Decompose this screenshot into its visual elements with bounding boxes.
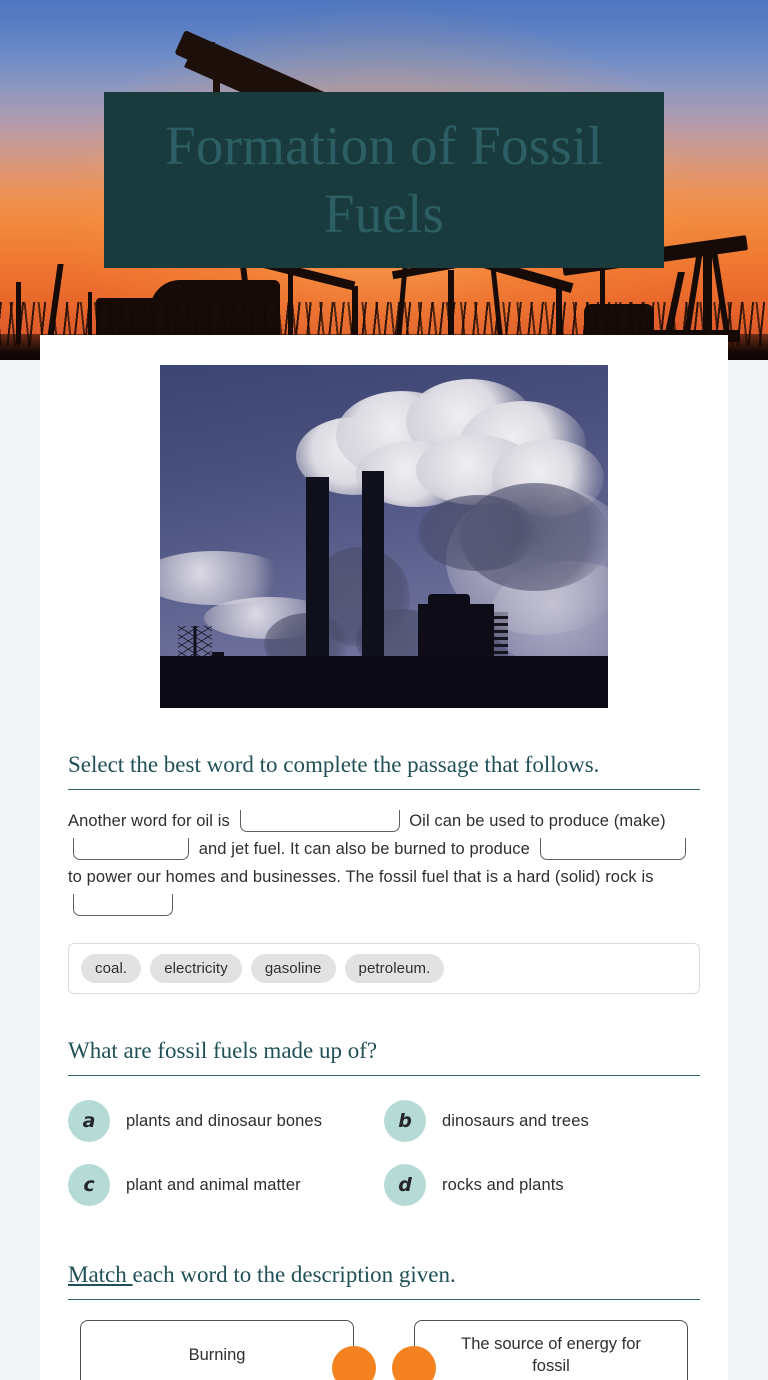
- passage-blank-3[interactable]: [539, 838, 686, 860]
- factory-smokestacks-image: [160, 365, 608, 708]
- option-letter-bubble-d[interactable]: d: [384, 1164, 426, 1206]
- option-label-a: plants and dinosaur bones: [126, 1111, 323, 1130]
- section-passage: Select the best word to complete the pas…: [68, 752, 700, 994]
- passage-blank-1[interactable]: [239, 810, 400, 832]
- option-letter-bubble-c[interactable]: c: [68, 1164, 110, 1206]
- worksheet-page: Formation of Fossil Fuels Select the bes…: [0, 0, 768, 1380]
- word-chip-gasoline[interactable]: gasoline: [250, 954, 336, 983]
- passage-part-3: and jet fuel. It can also be burned to p…: [198, 840, 530, 858]
- match-left-box[interactable]: Burning: [80, 1320, 354, 1380]
- option-letter-bubble-a[interactable]: a: [68, 1100, 110, 1142]
- passage-text: Another word for oil is Oil can be used …: [68, 807, 700, 919]
- hero-banner: Formation of Fossil Fuels: [0, 0, 768, 360]
- option-letter-bubble-b[interactable]: b: [384, 1100, 426, 1142]
- section-match: Match each word to the description given…: [68, 1262, 700, 1380]
- passage-part-2: Oil can be used to produce (make): [409, 812, 666, 830]
- section-multiple-choice: What are fossil fuels made up of? a plan…: [68, 1038, 700, 1212]
- multiple-choice-heading: What are fossil fuels made up of?: [68, 1038, 700, 1076]
- passage-blank-2[interactable]: [73, 838, 189, 860]
- passage-heading: Select the best word to complete the pas…: [68, 752, 700, 790]
- match-heading-rest: each word to the description given.: [132, 1262, 456, 1287]
- passage-part-1: Another word for oil is: [68, 812, 230, 830]
- word-bank: coal. electricity gasoline petroleum.: [68, 943, 700, 994]
- option-c[interactable]: c plant and animal matter: [68, 1158, 384, 1212]
- match-left-connector-dot[interactable]: [332, 1346, 376, 1380]
- option-label-d: rocks and plants: [442, 1175, 564, 1194]
- match-left-side: Burning: [68, 1320, 380, 1380]
- page-title-card: Formation of Fossil Fuels: [104, 92, 664, 268]
- word-chip-electricity[interactable]: electricity: [150, 954, 242, 983]
- page-title: Formation of Fossil Fuels: [165, 115, 603, 244]
- option-a[interactable]: a plants and dinosaur bones: [68, 1094, 384, 1148]
- match-right-box[interactable]: The source of energy for fossil: [414, 1320, 688, 1380]
- option-b[interactable]: b dinosaurs and trees: [384, 1094, 700, 1148]
- option-d[interactable]: d rocks and plants: [384, 1158, 700, 1212]
- word-chip-coal[interactable]: coal.: [81, 954, 142, 983]
- passage-blank-4[interactable]: [73, 894, 173, 916]
- match-heading-underlined: Match: [68, 1262, 133, 1287]
- match-pair-row: Burning The source of energy for fossil: [68, 1320, 700, 1380]
- match-right-side: The source of energy for fossil: [388, 1320, 700, 1380]
- content-image-wrap: [68, 365, 700, 708]
- word-chip-petroleum[interactable]: petroleum.: [344, 954, 445, 983]
- passage-part-4: to power our homes and businesses. The f…: [68, 868, 654, 886]
- match-heading: Match each word to the description given…: [68, 1262, 700, 1300]
- option-label-c: plant and animal matter: [126, 1175, 301, 1194]
- option-label-b: dinosaurs and trees: [442, 1111, 589, 1130]
- worksheet-card: Select the best word to complete the pas…: [40, 335, 728, 1380]
- multiple-choice-options: a plants and dinosaur bones b dinosaurs …: [68, 1094, 700, 1212]
